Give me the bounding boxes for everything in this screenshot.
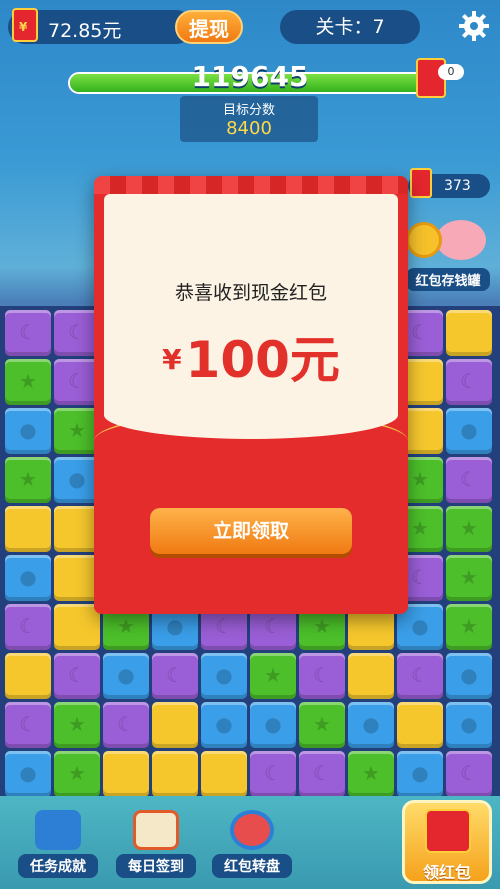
reward-modal: 恭喜收到现金红包 ¥100元 立即领取 bbox=[94, 176, 408, 614]
reward-headline: 恭喜收到现金红包 bbox=[174, 282, 327, 304]
modal-overlay: 恭喜收到现金红包 ¥100元 立即领取 bbox=[0, 0, 500, 889]
reward-value: 100元 bbox=[185, 331, 340, 389]
claim-now-button[interactable]: 立即领取 bbox=[150, 508, 352, 554]
currency-symbol: ¥ bbox=[162, 343, 182, 376]
reward-amount: ¥100元 bbox=[104, 320, 398, 392]
modal-decoration bbox=[94, 176, 408, 194]
envelope-letter: 恭喜收到现金红包 ¥100元 bbox=[104, 194, 398, 439]
